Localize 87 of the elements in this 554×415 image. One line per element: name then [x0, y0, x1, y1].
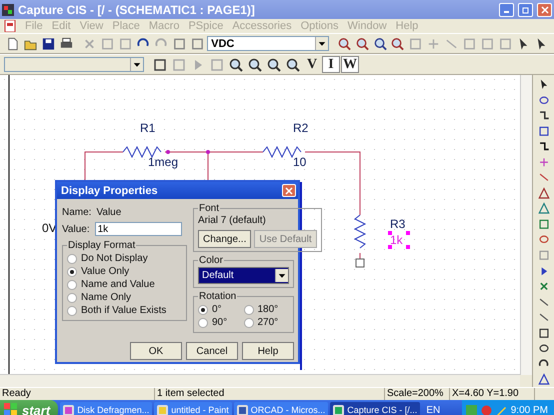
menu-item[interactable]: View	[80, 20, 104, 32]
pencil-icon[interactable]	[496, 404, 507, 415]
radio-button[interactable]	[67, 254, 77, 264]
part-value: 10	[293, 155, 306, 169]
junction-dot	[206, 150, 210, 154]
part-combo[interactable]: VDC	[207, 36, 329, 51]
start-button[interactable]: start	[0, 400, 58, 415]
app-icon	[2, 4, 14, 16]
part-value: 1meg	[148, 155, 178, 169]
windows-logo	[4, 403, 18, 415]
group-title: Rotation	[198, 291, 238, 302]
taskbar-button[interactable]: Capture CIS - [/...	[330, 402, 420, 415]
radio-button[interactable]	[67, 306, 77, 316]
app-icon	[157, 404, 168, 415]
menu-item[interactable]: File	[25, 20, 43, 32]
radio-label: 90°	[212, 317, 228, 328]
radio-label: 0°	[212, 304, 222, 315]
resistor-symbol	[122, 146, 162, 158]
radio-label: Name Only	[81, 292, 132, 303]
part-reference: R2	[293, 121, 308, 135]
font-name: Arial 7 (default)	[198, 215, 267, 226]
clock: 9:00 PM	[510, 404, 548, 415]
app-icon	[333, 404, 344, 415]
radio-label: Name and Value	[81, 279, 155, 290]
vertical-scrollbar[interactable]	[520, 75, 532, 375]
marker-toggle[interactable]: I	[322, 56, 340, 73]
app-icon	[63, 404, 74, 415]
dialog-title: Display Properties	[61, 184, 158, 196]
group-title: Display Format	[67, 240, 136, 251]
menu-item[interactable]: Accessories	[232, 20, 292, 32]
radio-button[interactable]	[244, 318, 254, 328]
menu-item[interactable]: Macro	[148, 20, 180, 32]
menu-item[interactable]: Options	[300, 20, 339, 32]
radio-button[interactable]	[67, 280, 77, 290]
taskbar-button[interactable]: Disk Defragmen...	[60, 402, 152, 415]
field-label: Value:	[62, 224, 90, 234]
marker-toggle[interactable]: W	[341, 56, 359, 73]
document-icon[interactable]	[4, 20, 16, 32]
app-icon	[236, 404, 248, 415]
close-icon	[285, 186, 293, 194]
part-reference: R3	[390, 217, 406, 231]
restore-button[interactable]	[518, 2, 533, 16]
dialog-button[interactable]: Help	[242, 342, 294, 360]
caret-icon[interactable]	[130, 58, 143, 71]
radio-button[interactable]	[67, 292, 77, 302]
menu-item[interactable]: Place	[112, 20, 140, 32]
font-button[interactable]: Change...	[198, 230, 252, 248]
group-title: Font	[198, 203, 220, 214]
radio-label: Value Only	[81, 266, 130, 277]
window-title: Capture CIS - [/ - (SCHEMATIC1 : PAGE1)]	[18, 2, 256, 16]
language-indicator[interactable]: EN	[422, 404, 444, 415]
radio-button[interactable]	[67, 266, 77, 276]
close-icon	[540, 6, 548, 14]
resistor-symbol	[262, 146, 302, 158]
name-value: Value	[96, 207, 122, 218]
selection-handles[interactable]	[388, 231, 410, 249]
radio-label: Do Not Display	[81, 253, 148, 264]
dialog-button[interactable]: OK	[130, 342, 182, 360]
part-reference: R1	[140, 121, 156, 135]
restore-icon	[522, 6, 530, 14]
junction-dot	[166, 150, 170, 154]
menu-item[interactable]: Edit	[52, 20, 71, 32]
taskbar-button[interactable]: ORCAD - Micros...	[234, 402, 328, 415]
dialog-button[interactable]: Cancel	[186, 342, 238, 360]
menu-item[interactable]: PSpice	[188, 20, 224, 32]
value-field[interactable]: 1k	[94, 222, 182, 236]
group-title: Color	[198, 255, 224, 266]
minimize-button[interactable]	[499, 2, 514, 16]
close-button[interactable]	[537, 2, 552, 16]
radio-button[interactable]	[244, 304, 254, 314]
radio-label: Both if Value Exists	[81, 305, 166, 316]
menu-item[interactable]: Window	[348, 20, 387, 32]
pin-terminal	[356, 258, 364, 268]
radio-button[interactable]	[198, 304, 208, 314]
radio-label: 180°	[258, 304, 278, 315]
resistor-symbol	[354, 214, 366, 248]
color-dropdown[interactable]: Default	[198, 267, 289, 284]
radio-button[interactable]	[198, 318, 208, 328]
taskbar-button[interactable]: untitled - Paint	[154, 402, 232, 415]
part-value: 1k	[390, 233, 403, 247]
field-label: Name:	[62, 207, 92, 218]
radio-label: 270°	[258, 317, 278, 328]
horizontal-scrollbar[interactable]	[0, 374, 520, 387]
menu-item[interactable]: Help	[396, 20, 418, 32]
close-button[interactable]	[282, 184, 296, 197]
caret-icon[interactable]	[275, 269, 288, 282]
caret-icon[interactable]	[314, 37, 328, 50]
